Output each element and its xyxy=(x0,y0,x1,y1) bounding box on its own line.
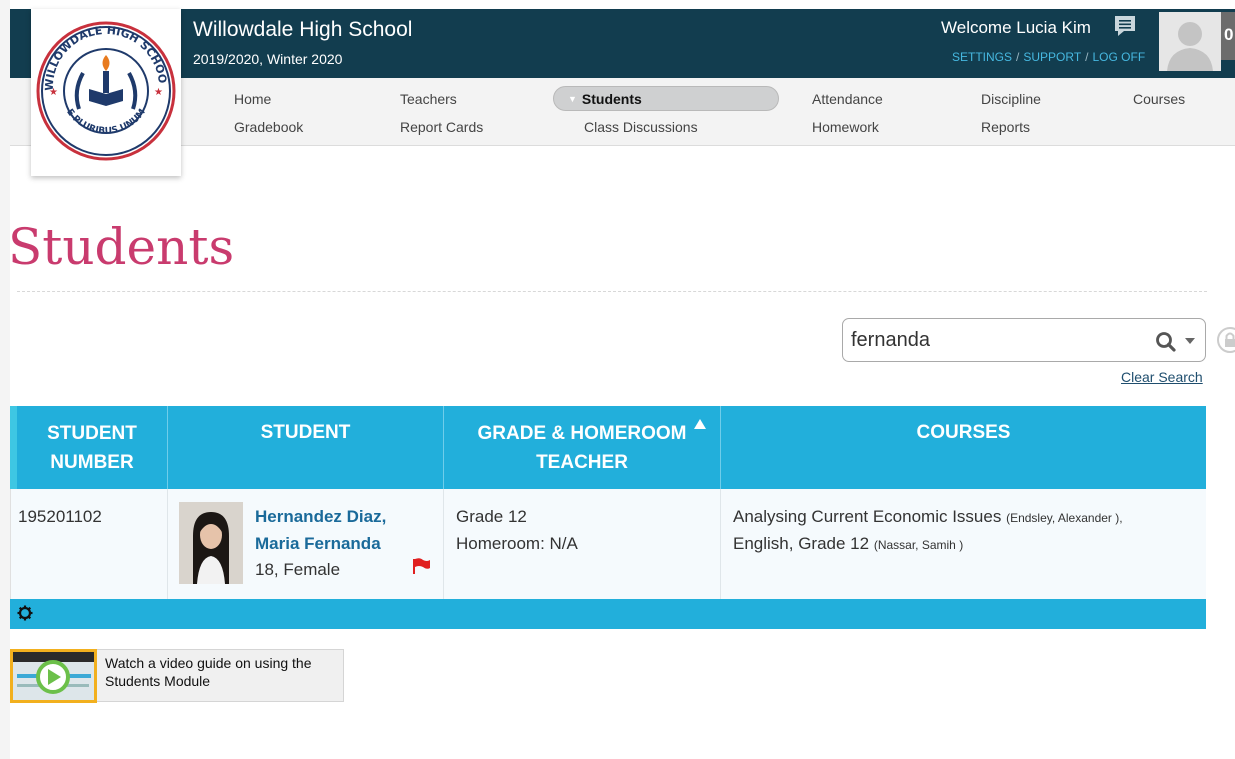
course-entry: Analysing Current Economic Issues (Endsl… xyxy=(733,507,1123,527)
lock-icon[interactable] xyxy=(1216,326,1235,354)
nav-item-reports[interactable]: Reports xyxy=(981,119,1030,135)
grade-cell: Grade 12 xyxy=(456,507,527,526)
nav-item-home[interactable]: Home xyxy=(234,91,271,107)
chevron-down-icon[interactable] xyxy=(1185,337,1195,345)
student-name-link[interactable]: Hernandez Diaz, xyxy=(255,507,386,527)
column-header-line: NUMBER xyxy=(50,451,134,473)
column-divider xyxy=(443,489,444,599)
column-header-courses[interactable]: COURSES xyxy=(721,406,1206,489)
nav-item-students-label: Students xyxy=(581,91,642,107)
clear-search-link[interactable]: Clear Search xyxy=(1121,369,1203,385)
column-header-line: GRADE & HOMEROOM xyxy=(477,422,687,444)
left-edge-strip xyxy=(0,0,10,759)
students-table-header: STUDENT NUMBER STUDENT GRADE & HOMEROOM … xyxy=(10,406,1206,489)
page-title: Students xyxy=(8,218,235,276)
nav-dropdown-triangle-icon: ▼ xyxy=(568,94,577,104)
column-header-student-number[interactable]: STUDENT NUMBER xyxy=(17,406,167,489)
search-input[interactable] xyxy=(851,327,1141,353)
sort-ascending-icon[interactable] xyxy=(694,419,706,429)
school-name: Willowdale High School xyxy=(193,18,413,41)
video-guide-line: Students Module xyxy=(105,673,211,689)
svg-text:★: ★ xyxy=(49,87,58,98)
school-seal-icon: WILLOWDALE HIGH SCHOOL E PLURIBUS UNUM ★… xyxy=(27,0,176,161)
nav-item-class-discussions[interactable]: Class Discussions xyxy=(584,119,698,135)
message-icon[interactable] xyxy=(1113,15,1137,37)
play-video-icon xyxy=(13,652,94,700)
nav-item-teachers[interactable]: Teachers xyxy=(400,91,457,107)
nav-item-courses[interactable]: Courses xyxy=(1133,91,1185,107)
student-number-cell: 195201102 xyxy=(18,507,102,526)
student-name-link[interactable]: Maria Fernanda xyxy=(255,534,381,554)
column-header-line: STUDENT xyxy=(47,422,137,444)
course-name: English, Grade 12 xyxy=(733,534,870,553)
term-label: 2019/2020, Winter 2020 xyxy=(193,51,343,67)
logoff-link[interactable]: LOG OFF xyxy=(1093,50,1146,64)
settings-link[interactable]: SETTINGS xyxy=(952,50,1012,64)
course-teacher: (Endsley, Alexander ), xyxy=(1006,511,1123,525)
welcome-text: Welcome Lucia Kim xyxy=(941,18,1091,37)
header-accent-strip xyxy=(10,406,17,489)
nav-item-students[interactable]: ▼ Students xyxy=(568,91,642,107)
nav-item-attendance[interactable]: Attendance xyxy=(812,91,883,107)
video-guide-text[interactable]: Watch a video guide on using the Student… xyxy=(105,654,345,690)
support-link[interactable]: SUPPORT xyxy=(1023,50,1081,64)
table-footer-bar xyxy=(10,599,1206,629)
student-photo-image xyxy=(179,502,243,584)
svg-text:★: ★ xyxy=(154,87,163,98)
avatar-silhouette-icon xyxy=(1159,12,1221,71)
school-logo[interactable]: WILLOWDALE HIGH SCHOOL E PLURIBUS UNUM ★… xyxy=(27,0,181,176)
nav-item-gradebook[interactable]: Gradebook xyxy=(234,119,303,135)
course-teacher: (Nassar, Samih ) xyxy=(873,538,964,552)
course-name: Analysing Current Economic Issues xyxy=(733,507,1002,526)
nav-item-report-cards[interactable]: Report Cards xyxy=(400,119,483,135)
column-header-line: TEACHER xyxy=(536,451,628,473)
nav-item-discipline[interactable]: Discipline xyxy=(981,91,1041,107)
gear-icon[interactable] xyxy=(17,605,33,621)
column-header-student[interactable]: STUDENT xyxy=(168,406,443,489)
student-search-box xyxy=(842,318,1206,362)
homeroom-cell: Homeroom: N/A xyxy=(456,534,578,553)
user-avatar[interactable] xyxy=(1159,12,1221,71)
notification-count-badge[interactable]: 0 xyxy=(1221,12,1235,60)
column-divider xyxy=(720,489,721,599)
title-divider xyxy=(17,291,1207,292)
student-age-gender: 18, Female xyxy=(255,560,341,579)
nav-item-homework[interactable]: Homework xyxy=(812,119,879,135)
header-links: SETTINGS / SUPPORT / LOG OFF xyxy=(952,50,1145,64)
search-icon[interactable] xyxy=(1155,331,1177,353)
student-photo[interactable] xyxy=(179,502,243,584)
course-entry: English, Grade 12 (Nassar, Samih ) xyxy=(733,534,963,554)
video-thumbnail[interactable] xyxy=(10,649,97,703)
video-guide-line: Watch a video guide on using the xyxy=(105,655,312,671)
column-divider xyxy=(167,489,168,599)
link-separator: / xyxy=(1085,50,1089,64)
flag-icon[interactable] xyxy=(412,558,431,575)
column-header-grade-homeroom[interactable]: GRADE & HOMEROOM TEACHER xyxy=(444,406,720,489)
link-separator: / xyxy=(1016,50,1020,64)
